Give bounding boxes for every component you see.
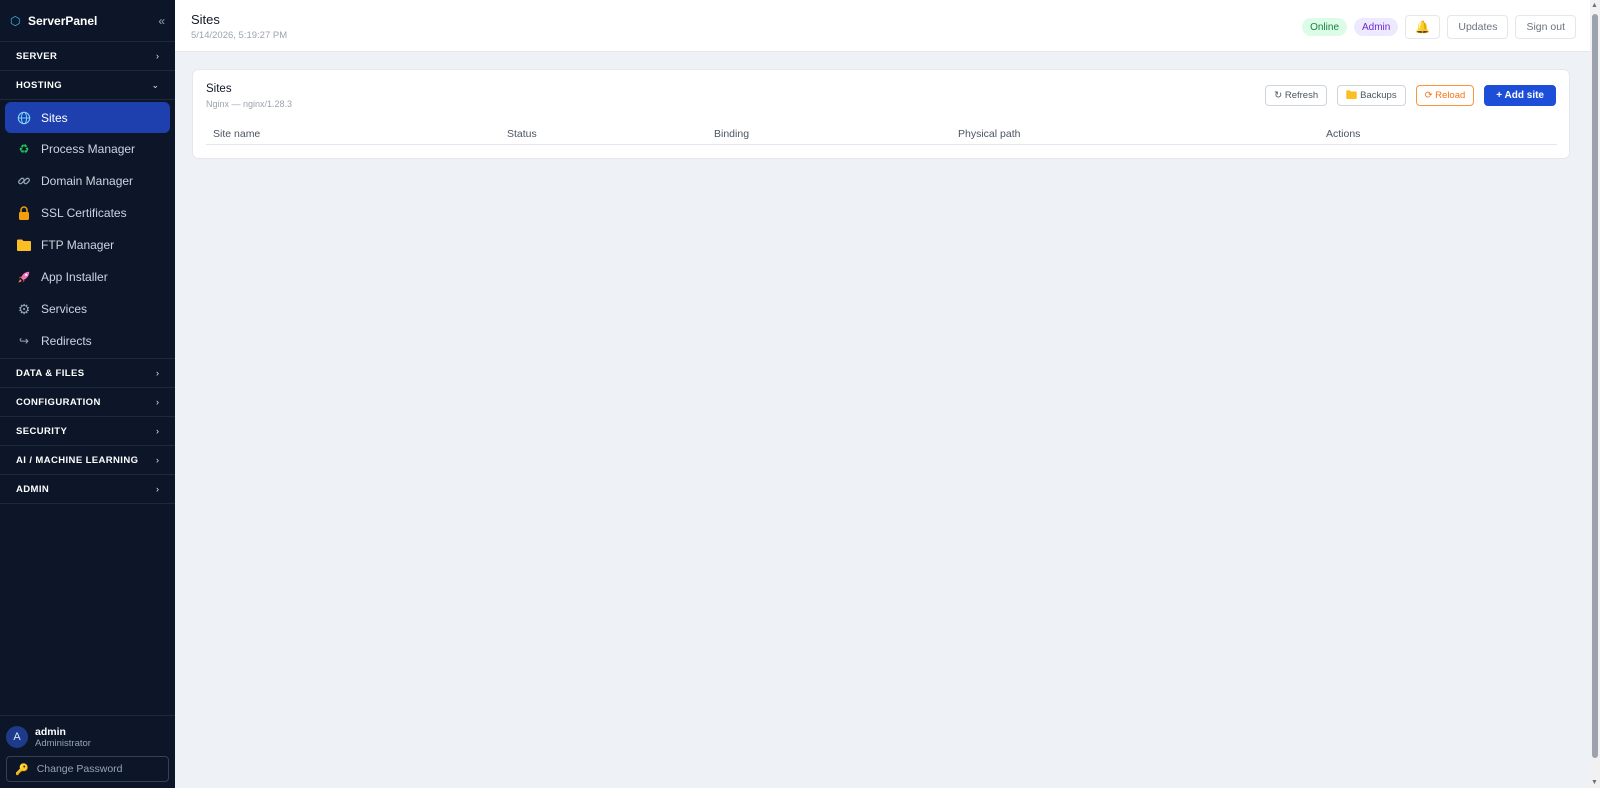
sidebar-item-label: Sites	[41, 110, 68, 125]
top-actions: Online Admin 🔔 Updates Sign out	[1302, 15, 1576, 39]
folder-icon	[1346, 89, 1357, 102]
sidebar-section-security[interactable]: SECURITY ›	[0, 417, 175, 446]
chevron-right-icon: ›	[156, 51, 159, 61]
sidebar-item-process-manager[interactable]: ♻ Process Manager	[0, 133, 175, 165]
sidebar-item-redirects[interactable]: ↪ Redirects	[0, 325, 175, 357]
hexagon-icon: ⬡	[10, 13, 21, 28]
section-label: AI / MACHINE LEARNING	[16, 454, 139, 466]
notifications-bell-icon[interactable]: 🔔	[1405, 15, 1441, 39]
change-password-label: Change Password	[36, 763, 123, 775]
backups-label: Backups	[1360, 90, 1397, 101]
column-header-binding[interactable]: Binding	[714, 128, 749, 140]
redirect-arrow-icon: ↪	[18, 334, 30, 348]
scroll-up-arrow-icon[interactable]: ▲	[1591, 2, 1598, 9]
chevron-right-icon: ›	[156, 368, 159, 378]
reload-button[interactable]: ⟳ Reload	[1415, 85, 1475, 106]
brand-name: ServerPanel	[28, 13, 98, 28]
double-chevron-left-icon[interactable]: «	[158, 14, 165, 28]
user-info: A admin Administrator	[6, 724, 169, 750]
hosting-items: Sites ♻ Process Manager Domain Manager S…	[0, 100, 175, 357]
sidebar-section-hosting[interactable]: HOSTING ⌄	[0, 71, 175, 100]
chevron-right-icon: ›	[156, 455, 159, 465]
status-badge: Online	[1302, 18, 1347, 36]
page-title: Sites	[191, 12, 220, 27]
sites-card: Sites Nginx — nginx/1.28.3 ↻ Refresh Bac…	[192, 69, 1570, 159]
sidebar-item-label: Domain Manager	[41, 174, 134, 188]
user-role: Administrator	[35, 737, 91, 749]
chevron-down-icon: ⌄	[151, 79, 159, 90]
sign-out-button[interactable]: Sign out	[1515, 15, 1576, 39]
sidebar-item-label: Services	[41, 302, 88, 316]
backups-button[interactable]: Backups	[1337, 85, 1406, 106]
chevron-right-icon: ›	[156, 484, 159, 494]
sidebar-item-label: SSL Certificates	[41, 206, 127, 220]
sidebar-section-admin[interactable]: ADMIN ›	[0, 475, 175, 504]
sidebar-item-ssl-certificates[interactable]: SSL Certificates	[0, 197, 175, 229]
column-header-physical-path[interactable]: Physical path	[958, 128, 1020, 140]
recycle-icon: ♻	[18, 142, 30, 156]
card-actions: ↻ Refresh Backups ⟳ Reload + Add site	[1265, 85, 1556, 106]
user-name: admin	[35, 725, 66, 738]
sidebar-item-label: App Installer	[41, 270, 108, 284]
updates-button[interactable]: Updates	[1447, 15, 1509, 39]
column-header-status[interactable]: Status	[507, 128, 537, 140]
role-badge: Admin	[1354, 18, 1399, 36]
brand-header: ⬡ ServerPanel «	[0, 0, 175, 42]
sidebar-item-label: Redirects	[41, 334, 92, 348]
column-header-site-name[interactable]: Site name	[213, 128, 260, 140]
section-label: DATA & FILES	[16, 367, 85, 379]
change-password-button[interactable]: 🔑 Change Password	[6, 756, 169, 782]
topbar: Sites 5/14/2026, 5:19:27 PM Online Admin…	[175, 0, 1590, 52]
link-icon	[16, 173, 32, 189]
sidebar-section-data-files[interactable]: DATA & FILES ›	[0, 359, 175, 388]
sites-table-header: Site name Status Binding Physical path A…	[206, 123, 1557, 145]
sidebar-item-label: FTP Manager	[41, 238, 115, 252]
sidebar-item-sites[interactable]: Sites	[5, 102, 170, 133]
sidebar-item-domain-manager[interactable]: Domain Manager	[0, 165, 175, 197]
server-version: Nginx — nginx/1.28.3	[206, 99, 293, 109]
folder-icon	[16, 237, 32, 253]
page-scrollbar[interactable]: ▲ ▼	[1590, 0, 1600, 788]
sidebar-item-label: Process Manager	[41, 142, 136, 156]
chevron-right-icon: ›	[156, 426, 159, 436]
sidebar: ⬡ ServerPanel « SERVER › HOSTING ⌄ Sites…	[0, 0, 175, 788]
section-label: HOSTING	[16, 79, 63, 91]
section-label: ADMIN	[16, 483, 50, 495]
lock-icon	[16, 205, 32, 221]
section-label: SECURITY	[16, 425, 68, 437]
sidebar-item-app-installer[interactable]: App Installer	[0, 261, 175, 293]
sidebar-section-configuration[interactable]: CONFIGURATION ›	[0, 388, 175, 417]
gear-icon: ⚙	[17, 300, 31, 317]
section-label: SERVER	[16, 50, 58, 62]
timestamp: 5/14/2026, 5:19:27 PM	[191, 30, 288, 41]
sidebar-lower-sections: DATA & FILES › CONFIGURATION › SECURITY …	[0, 358, 175, 504]
add-site-button[interactable]: + Add site	[1484, 85, 1556, 106]
chevron-right-icon: ›	[156, 397, 159, 407]
globe-icon	[16, 110, 32, 126]
sidebar-item-ftp-manager[interactable]: FTP Manager	[0, 229, 175, 261]
column-header-actions: Actions	[1326, 128, 1361, 140]
user-panel: A admin Administrator 🔑 Change Password	[0, 715, 175, 788]
scroll-down-arrow-icon[interactable]: ▼	[1591, 779, 1598, 786]
card-title: Sites	[206, 83, 232, 95]
refresh-button[interactable]: ↻ Refresh	[1265, 85, 1328, 106]
section-label: CONFIGURATION	[16, 396, 101, 408]
scrollbar-thumb[interactable]	[1592, 14, 1598, 758]
user-text: admin Administrator	[35, 726, 91, 749]
sidebar-item-services[interactable]: ⚙ Services	[0, 293, 175, 325]
key-icon: 🔑	[15, 763, 29, 776]
sidebar-section-ai-ml[interactable]: AI / MACHINE LEARNING ›	[0, 446, 175, 475]
rocket-icon	[16, 269, 32, 285]
avatar: A	[6, 726, 28, 748]
sidebar-section-server[interactable]: SERVER ›	[0, 42, 175, 71]
